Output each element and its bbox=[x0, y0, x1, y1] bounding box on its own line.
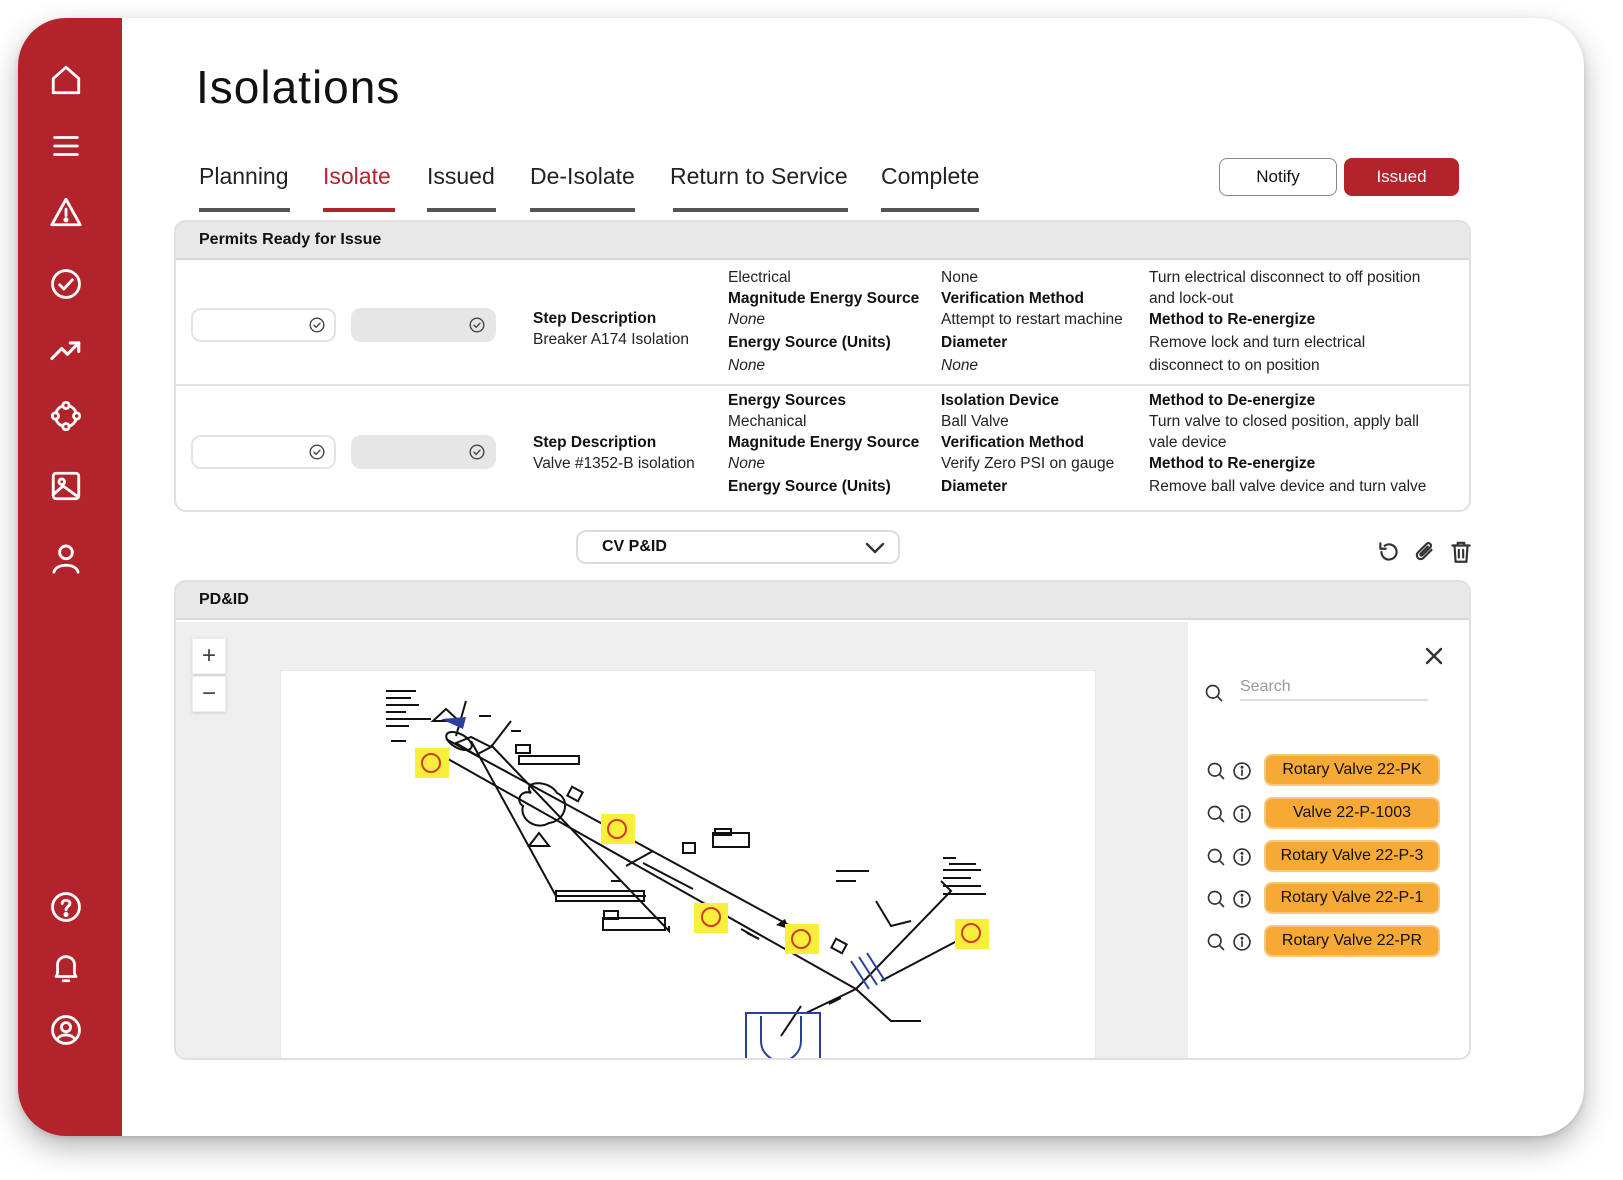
isolation-device-column: Isolation Device Ball Valve Verification… bbox=[941, 392, 1115, 495]
close-icon[interactable] bbox=[1422, 644, 1446, 668]
valve-list-item: Rotary Valve 22-PR bbox=[1206, 925, 1446, 957]
permits-panel: Permits Ready for Issue Step Description… bbox=[174, 220, 1471, 512]
home-icon[interactable] bbox=[44, 58, 88, 102]
energy-source-column: Energy Sources Mechanical Magnitude Ener… bbox=[728, 392, 920, 495]
method-column: Turn electrical disconnect to off positi… bbox=[1149, 269, 1421, 374]
info-icon[interactable] bbox=[1232, 804, 1252, 824]
pid-schematic bbox=[386, 690, 989, 1058]
tab-return-to-service[interactable]: Return to Service bbox=[670, 163, 848, 212]
info-icon[interactable] bbox=[1232, 761, 1252, 781]
paperclip-icon[interactable] bbox=[1412, 539, 1438, 565]
info-icon[interactable] bbox=[1232, 889, 1252, 909]
account-icon[interactable] bbox=[44, 1008, 88, 1052]
image-icon[interactable] bbox=[44, 464, 88, 508]
locate-icon[interactable] bbox=[1206, 847, 1226, 867]
valve-list-item: Rotary Valve 22-P-1 bbox=[1206, 882, 1446, 914]
locate-icon[interactable] bbox=[1206, 932, 1226, 952]
chevron-down-icon bbox=[865, 542, 885, 554]
search-input[interactable] bbox=[1240, 675, 1428, 701]
method-column: Method to De-energize Turn valve to clos… bbox=[1149, 392, 1427, 495]
info-icon[interactable] bbox=[1232, 932, 1252, 952]
help-icon[interactable] bbox=[44, 885, 88, 929]
locate-icon[interactable] bbox=[1206, 804, 1226, 824]
energy-source-column: Electrical Magnitude Energy Source None … bbox=[728, 269, 920, 374]
permit-select-field[interactable] bbox=[191, 308, 336, 342]
valve-chip[interactable]: Rotary Valve 22-P-3 bbox=[1264, 840, 1440, 872]
main-content: Isolations Planning Isolate Issued De-Is… bbox=[122, 18, 1584, 1136]
permit-select-field[interactable] bbox=[191, 435, 336, 469]
diagram-select[interactable]: CV P&ID bbox=[576, 530, 900, 564]
warning-icon[interactable] bbox=[44, 190, 88, 234]
undo-icon[interactable] bbox=[1376, 539, 1402, 565]
search-box bbox=[1204, 675, 1430, 705]
menu-icon[interactable] bbox=[44, 124, 88, 168]
valve-list-item: Rotary Valve 22-PK bbox=[1206, 754, 1446, 786]
check-circle-icon bbox=[469, 444, 485, 460]
valve-chip[interactable]: Rotary Valve 22-PK bbox=[1264, 754, 1440, 786]
notify-button[interactable]: Notify bbox=[1219, 158, 1337, 196]
trending-icon[interactable] bbox=[44, 328, 88, 372]
user-icon[interactable] bbox=[44, 536, 88, 580]
step-description: Step Description Valve #1352-B isolation bbox=[533, 434, 695, 472]
verification-column: None Verification Method Attempt to rest… bbox=[941, 269, 1123, 374]
pid-drawing[interactable] bbox=[280, 670, 1096, 1058]
locate-icon[interactable] bbox=[1206, 889, 1226, 909]
sidebar bbox=[18, 18, 122, 1136]
network-icon[interactable] bbox=[44, 394, 88, 438]
permit-confirm-field[interactable] bbox=[351, 435, 496, 469]
valve-list-item: Rotary Valve 22-P-3 bbox=[1206, 840, 1446, 872]
zoom-in-button[interactable]: + bbox=[192, 638, 226, 674]
tab-planning[interactable]: Planning bbox=[199, 163, 290, 212]
check-circle-icon bbox=[469, 317, 485, 333]
pid-panel: PD&ID + − Search Rotary Valve 22-PK Valv… bbox=[174, 580, 1471, 1060]
bell-icon[interactable] bbox=[44, 946, 88, 990]
permit-row: Step Description Breaker A174 Isolation … bbox=[176, 262, 1469, 386]
permits-header: Permits Ready for Issue bbox=[176, 222, 1469, 260]
zoom-out-button[interactable]: − bbox=[192, 676, 226, 712]
locate-icon[interactable] bbox=[1206, 761, 1226, 781]
permit-confirm-field[interactable] bbox=[351, 308, 496, 342]
tab-de-isolate[interactable]: De-Isolate bbox=[530, 163, 635, 212]
search-icon bbox=[1205, 684, 1223, 702]
issued-button[interactable]: Issued bbox=[1344, 158, 1459, 196]
valve-chip[interactable]: Valve 22-P-1003 bbox=[1264, 797, 1440, 829]
valve-chip[interactable]: Rotary Valve 22-PR bbox=[1264, 925, 1440, 957]
check-circle-icon bbox=[309, 444, 325, 460]
tab-issued[interactable]: Issued bbox=[427, 163, 496, 212]
tab-complete[interactable]: Complete bbox=[881, 163, 980, 212]
pid-header: PD&ID bbox=[176, 582, 1469, 620]
check-circle-icon[interactable] bbox=[44, 262, 88, 306]
valve-side-panel: Rotary Valve 22-PK Valve 22-P-1003 Rotar… bbox=[1188, 622, 1469, 1058]
valve-chip[interactable]: Rotary Valve 22-P-1 bbox=[1264, 882, 1440, 914]
trash-icon[interactable] bbox=[1448, 539, 1474, 565]
tab-isolate[interactable]: Isolate bbox=[323, 163, 395, 212]
check-circle-icon bbox=[309, 317, 325, 333]
app-window: Isolations Planning Isolate Issued De-Is… bbox=[18, 18, 1584, 1136]
permit-row: Step Description Valve #1352-B isolation… bbox=[176, 388, 1469, 510]
page-title: Isolations bbox=[196, 61, 401, 113]
step-description: Step Description Breaker A174 Isolation bbox=[533, 310, 689, 348]
diagram-select-value: CV P&ID bbox=[602, 538, 667, 555]
info-icon[interactable] bbox=[1232, 847, 1252, 867]
valve-list-item: Valve 22-P-1003 bbox=[1206, 797, 1446, 829]
